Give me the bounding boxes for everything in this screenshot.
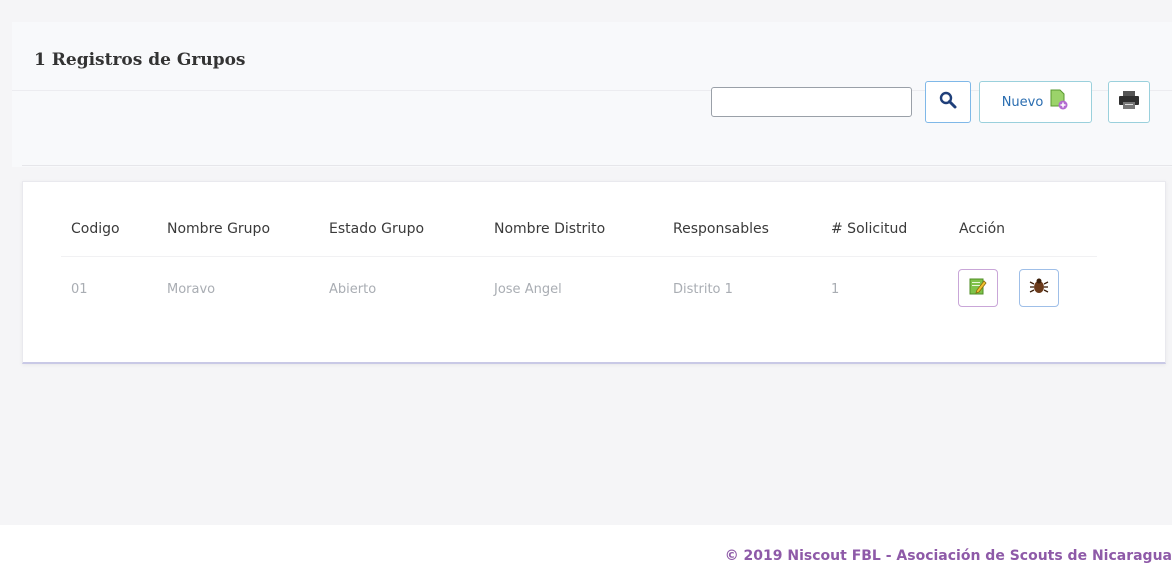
page-title: 1 Registros de Grupos xyxy=(34,50,246,70)
divider xyxy=(22,165,1172,166)
table-cell: 1 xyxy=(831,282,840,297)
column-header: Nombre Grupo xyxy=(167,221,271,237)
bug-icon xyxy=(1029,276,1049,300)
column-header: Acción xyxy=(959,221,1006,237)
column-header: # Solicitud xyxy=(831,221,908,237)
edit-button[interactable] xyxy=(958,269,998,307)
table-cell: 01 xyxy=(71,282,88,297)
groups-table-card: Codigo Nombre Grupo Estado Grupo Nombre … xyxy=(22,181,1166,364)
search-icon xyxy=(938,90,958,114)
delete-button[interactable] xyxy=(1019,269,1059,307)
column-header: Responsables xyxy=(673,221,769,237)
search-input[interactable] xyxy=(711,87,912,117)
edit-icon xyxy=(968,276,988,300)
table-cell: Jose Angel xyxy=(494,282,562,297)
table-cell: Abierto xyxy=(329,282,377,297)
column-header: Estado Grupo xyxy=(329,221,425,237)
nuevo-label: Nuevo xyxy=(1001,94,1044,110)
divider xyxy=(61,256,1097,257)
table-cell: Moravo xyxy=(167,282,216,297)
table-cell: Distrito 1 xyxy=(673,282,733,297)
footer-copyright: © 2019 Niscout FBL - Asociación de Scout… xyxy=(724,548,1172,564)
column-header: Codigo xyxy=(71,221,120,237)
print-button[interactable] xyxy=(1108,81,1150,123)
column-header: Nombre Distrito xyxy=(494,221,606,237)
new-document-icon xyxy=(1049,89,1069,115)
search-button[interactable] xyxy=(925,81,971,123)
nuevo-button[interactable]: Nuevo xyxy=(979,81,1092,123)
printer-icon xyxy=(1118,90,1140,114)
